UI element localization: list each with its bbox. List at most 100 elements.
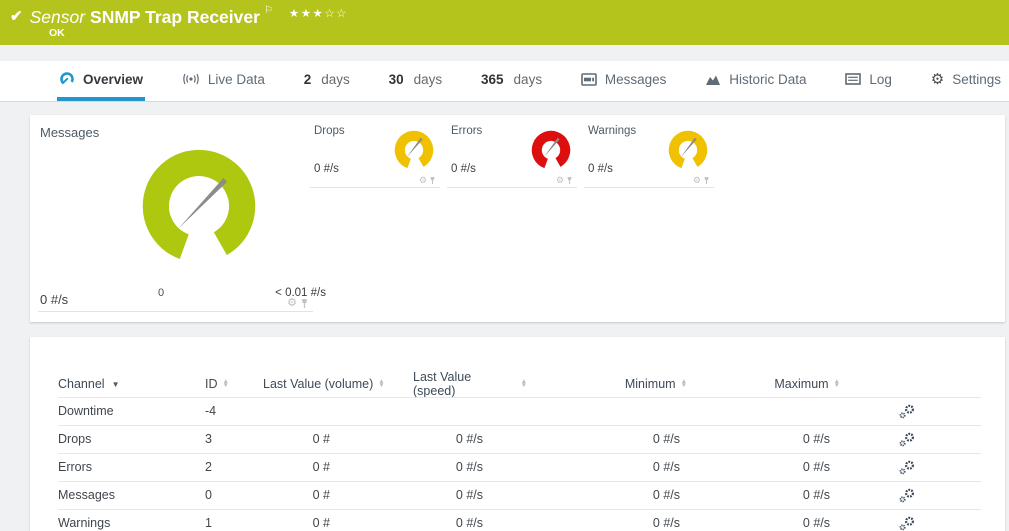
status-badge: OK <box>49 27 65 39</box>
channels-table: Channel ▼ ID ▲▼ Last Value (volume) ▲▼ L… <box>58 371 981 531</box>
channel-last-volume: 0 # <box>263 453 413 481</box>
edit-channel-gears-icon[interactable] <box>840 397 981 425</box>
gauge-icon <box>59 71 75 87</box>
tab-log[interactable]: Log <box>843 61 894 101</box>
gauge-settings-gear-icon[interactable]: ⚙ <box>419 176 427 185</box>
sensor-name: SNMP Trap Receiver <box>90 7 260 27</box>
tab-30-days[interactable]: 30 days <box>387 61 445 101</box>
channel-minimum: 0 #/s <box>527 509 687 531</box>
sort-icon: ▲▼ <box>223 380 229 389</box>
broadcast-icon <box>182 72 200 86</box>
gauge-scale-min: 0 <box>158 287 164 299</box>
flag-icon[interactable]: ⚐ <box>264 6 273 16</box>
messages-gauge <box>124 133 274 283</box>
channel-id: 2 <box>205 453 263 481</box>
tab-historic-data[interactable]: Historic Data <box>703 61 808 101</box>
gauge-value: 0 #/s <box>314 163 339 175</box>
channel-id: -4 <box>205 397 263 425</box>
channel-last-speed: 0 #/s <box>413 481 527 509</box>
channel-minimum: 0 #/s <box>527 425 687 453</box>
tab-2-days[interactable]: 2 days <box>302 61 352 101</box>
column-header-last-value-speed[interactable]: Last Value (speed) ▲▼ <box>413 371 527 397</box>
warnings-gauge <box>666 129 710 173</box>
channel-maximum <box>687 397 840 425</box>
tab-label: Settings <box>952 72 1001 87</box>
pin-icon[interactable] <box>429 176 436 185</box>
page-title: SensorSNMP Trap Receiver <box>30 7 260 27</box>
prtg-sensor-page: ✔ SensorSNMP Trap Receiver ⚐ ★★★☆☆ OK Ov… <box>0 0 1009 531</box>
channel-name: Downtime <box>58 397 205 425</box>
tab-days-unit: days <box>321 72 350 87</box>
gauge-settings-gear-icon[interactable]: ⚙ <box>693 176 701 185</box>
tab-days-unit: days <box>514 72 543 87</box>
gauge-value: 0 #/s <box>451 163 476 175</box>
tab-days-number: 365 <box>481 72 504 87</box>
gauge-value: 0 #/s <box>588 163 613 175</box>
gauge-card-drops: Drops 0 #/s ⚙ <box>310 121 440 188</box>
edit-channel-gears-icon[interactable] <box>840 453 981 481</box>
priority-stars[interactable]: ★★★☆☆ <box>289 8 348 20</box>
tab-label: Log <box>869 72 892 87</box>
column-header-actions <box>840 371 981 397</box>
tab-label: Historic Data <box>729 72 806 87</box>
pin-icon[interactable] <box>300 298 309 309</box>
channel-maximum: 0 #/s <box>687 481 840 509</box>
tab-365-days[interactable]: 365 days <box>479 61 544 101</box>
channel-id: 0 <box>205 481 263 509</box>
pin-icon[interactable] <box>703 176 710 185</box>
channel-last-volume: 0 # <box>263 425 413 453</box>
channel-name: Warnings <box>58 509 205 531</box>
channel-maximum: 0 #/s <box>687 453 840 481</box>
channel-name: Errors <box>58 453 205 481</box>
channel-last-speed: 0 #/s <box>413 509 527 531</box>
drops-gauge <box>392 129 436 173</box>
channel-last-speed <box>413 397 527 425</box>
tab-messages[interactable]: Messages <box>579 61 669 101</box>
edit-channel-gears-icon[interactable] <box>840 425 981 453</box>
gauge-value: 0 #/s <box>40 292 68 307</box>
gauge-settings-gear-icon[interactable]: ⚙ <box>287 298 297 309</box>
edit-channel-gears-icon[interactable] <box>840 509 981 531</box>
gauge-card-messages: Messages 0 < 0.01 #/s 0 #/s ⚙ <box>38 121 313 312</box>
tab-label: Overview <box>83 72 143 87</box>
channel-id: 1 <box>205 509 263 531</box>
title-prefix: Sensor <box>30 7 85 27</box>
channels-table-panel: Channel ▼ ID ▲▼ Last Value (volume) ▲▼ L… <box>30 337 1005 531</box>
channel-minimum <box>527 397 687 425</box>
messages-icon <box>581 73 597 86</box>
edit-channel-gears-icon[interactable] <box>840 481 981 509</box>
tab-days-number: 2 <box>304 72 312 87</box>
tab-bar: Overview Live Data 2 days 30 days 365 da… <box>0 61 1009 102</box>
gear-icon: ⚙ <box>931 72 944 87</box>
tab-overview[interactable]: Overview <box>57 61 145 101</box>
sort-icon: ▲▼ <box>378 380 384 389</box>
column-header-id[interactable]: ID ▲▼ <box>205 371 263 397</box>
channel-name: Messages <box>58 481 205 509</box>
tab-live-data[interactable]: Live Data <box>180 61 267 101</box>
channel-minimum: 0 #/s <box>527 481 687 509</box>
log-list-icon <box>845 73 861 85</box>
column-header-last-value-volume[interactable]: Last Value (volume) ▲▼ <box>263 371 413 397</box>
channel-minimum: 0 #/s <box>527 453 687 481</box>
channel-maximum: 0 #/s <box>687 425 840 453</box>
channel-id: 3 <box>205 425 263 453</box>
gauges-panel: Messages 0 < 0.01 #/s 0 #/s ⚙ Drops <box>30 115 1005 322</box>
tab-days-number: 30 <box>389 72 404 87</box>
channel-name: Drops <box>58 425 205 453</box>
gauge-card-errors: Errors 0 #/s ⚙ <box>447 121 577 188</box>
tab-settings[interactable]: ⚙ Settings <box>929 61 1003 101</box>
ok-check-icon: ✔ <box>10 7 23 27</box>
gauge-settings-gear-icon[interactable]: ⚙ <box>556 176 564 185</box>
column-header-channel[interactable]: Channel ▼ <box>58 371 205 397</box>
channel-last-volume: 0 # <box>263 509 413 531</box>
channel-last-volume: 0 # <box>263 481 413 509</box>
sort-descending-icon: ▼ <box>112 380 120 389</box>
sensor-status-header: ✔ SensorSNMP Trap Receiver ⚐ ★★★☆☆ OK <box>0 0 1009 45</box>
errors-gauge <box>529 129 573 173</box>
column-header-minimum[interactable]: Minimum ▲▼ <box>527 371 687 397</box>
channel-last-volume <box>263 397 413 425</box>
column-header-maximum[interactable]: Maximum ▲▼ <box>687 371 840 397</box>
tab-label: Live Data <box>208 72 265 87</box>
channel-maximum: 0 #/s <box>687 509 840 531</box>
pin-icon[interactable] <box>566 176 573 185</box>
